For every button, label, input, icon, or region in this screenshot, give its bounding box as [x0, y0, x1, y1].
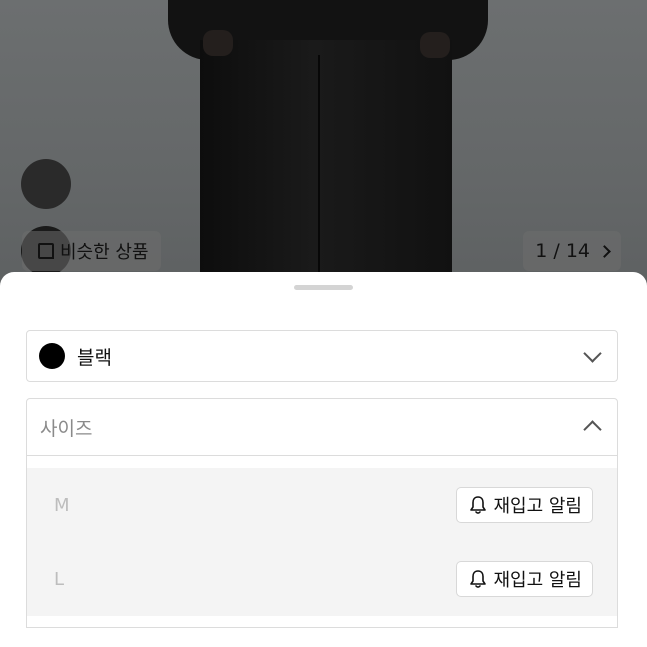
similar-products-button[interactable]: 비슷한 상품 [22, 231, 161, 271]
chevron-down-icon [583, 344, 602, 363]
size-select-placeholder: 사이즈 [40, 417, 93, 440]
restock-alert-label: 재입고 알림 [493, 496, 582, 517]
size-option-label: L [54, 568, 65, 590]
restock-alert-button[interactable]: 재입고 알림 [456, 487, 593, 523]
image-page-indicator[interactable]: 1 / 14 [523, 231, 621, 271]
size-option-list: M 재입고 알림 L 재입고 알림 [26, 456, 618, 628]
product-image[interactable]: 비슷한 상품 1 / 14 [0, 0, 647, 300]
hand-left [203, 30, 233, 56]
size-option-list-body: M 재입고 알림 L 재입고 알림 [27, 468, 617, 616]
color-swatch [39, 343, 65, 369]
chevron-right-icon [598, 244, 611, 258]
size-option-l[interactable]: L 재입고 알림 [27, 542, 617, 616]
bell-icon [470, 570, 487, 588]
size-option-m[interactable]: M 재입고 알림 [27, 468, 617, 542]
similar-products-label: 비슷한 상품 [60, 242, 149, 263]
hand-right [420, 32, 450, 58]
chevron-up-icon [583, 420, 602, 439]
sheet-drag-handle[interactable] [294, 285, 353, 290]
restock-alert-button[interactable]: 재입고 알림 [456, 561, 593, 597]
coat-body-shape [200, 40, 452, 280]
size-option-label: M [54, 494, 70, 516]
color-thumbnail[interactable] [21, 159, 71, 209]
page-indicator-text: 1 / 14 [535, 240, 590, 262]
color-select[interactable]: 블랙 [26, 330, 618, 382]
color-select-value: 블랙 [77, 346, 112, 369]
option-bottom-sheet: 블랙 사이즈 M 재입고 알림 L 재입고 알림 [0, 272, 647, 647]
coat-seam [318, 55, 320, 285]
size-select[interactable]: 사이즈 [26, 398, 618, 456]
restock-alert-label: 재입고 알림 [493, 570, 582, 591]
similar-products-icon [38, 243, 54, 259]
bell-icon [470, 496, 487, 514]
